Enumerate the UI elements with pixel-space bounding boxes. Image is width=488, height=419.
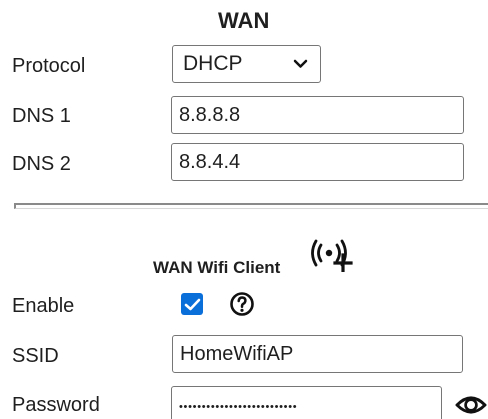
dns1-input[interactable]: 8.8.8.8 xyxy=(171,96,464,134)
dns1-label: DNS 1 xyxy=(12,105,71,127)
chevron-down-icon xyxy=(293,59,308,68)
wifi-antenna-plus-icon xyxy=(311,239,353,272)
protocol-select-value: DHCP xyxy=(183,52,243,75)
enable-label: Enable xyxy=(12,295,75,317)
help-icon[interactable] xyxy=(228,290,256,318)
protocol-label: Protocol xyxy=(12,55,86,77)
wan-settings-page: WAN Protocol DHCP DNS 1 8.8.8.8 DNS 2 8.… xyxy=(0,0,488,419)
password-label: Password xyxy=(12,394,100,416)
wan-section-title: WAN xyxy=(218,8,270,33)
dns2-input[interactable]: 8.8.4.4 xyxy=(171,143,464,181)
checkmark-icon xyxy=(184,298,200,310)
wan-wifi-client-title: WAN Wifi Client xyxy=(153,258,281,277)
ssid-input[interactable]: HomeWifiAP xyxy=(172,335,463,373)
password-input[interactable]: •••••••••••••••••••••••••• xyxy=(171,386,442,419)
section-divider xyxy=(14,203,488,209)
protocol-select[interactable]: DHCP xyxy=(172,45,321,83)
ssid-label: SSID xyxy=(12,345,59,367)
enable-checkbox[interactable] xyxy=(181,293,203,315)
eye-icon[interactable] xyxy=(454,391,488,419)
dns2-label: DNS 2 xyxy=(12,153,71,175)
